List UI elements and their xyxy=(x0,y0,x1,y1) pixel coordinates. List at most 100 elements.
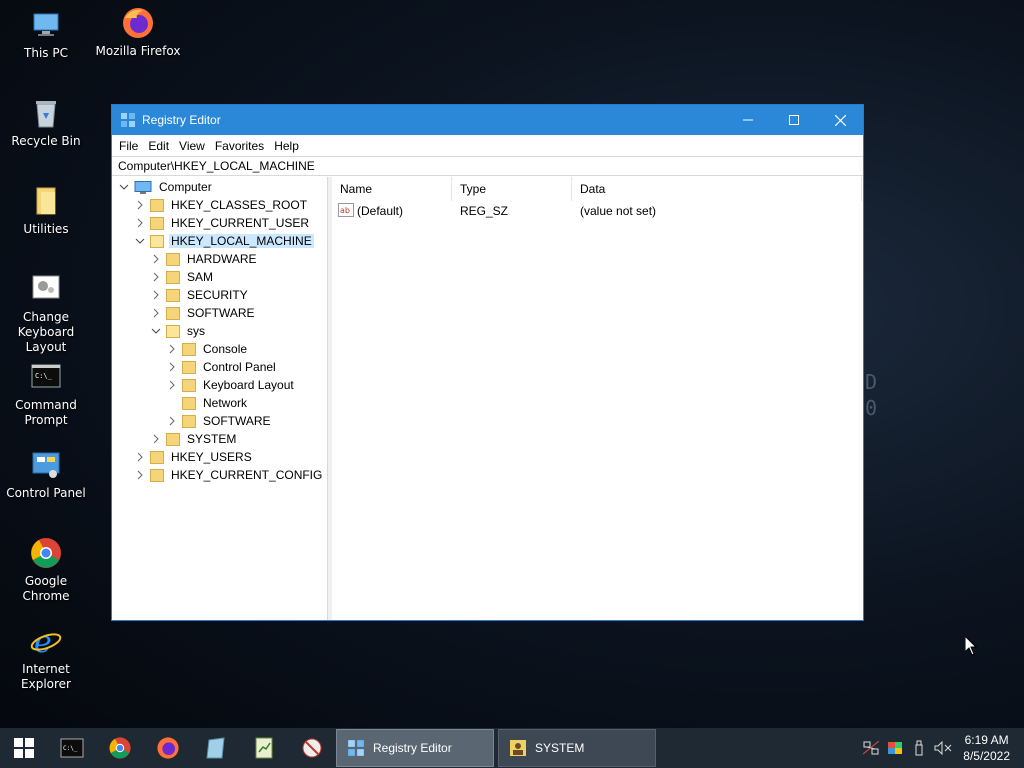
chevron-right-icon[interactable] xyxy=(150,271,162,283)
taskbar-task-registry-editor[interactable]: Registry Editor xyxy=(336,729,494,767)
desktop-icon-control-panel[interactable]: Control Panel xyxy=(0,448,92,501)
display-icon[interactable] xyxy=(883,728,907,768)
registry-editor-window: Registry Editor File Edit View Favorites… xyxy=(111,104,864,621)
tree-node-console[interactable]: Console xyxy=(112,340,327,358)
tree-node-security[interactable]: SECURITY xyxy=(112,286,327,304)
folder-icon xyxy=(166,288,180,302)
list-header: Name Type Data xyxy=(332,177,863,201)
tree-node-hardware[interactable]: HARDWARE xyxy=(112,250,327,268)
registry-editor-icon xyxy=(120,112,136,128)
tree-node-software[interactable]: SOFTWARE xyxy=(112,304,327,322)
taskbar-firefox[interactable] xyxy=(144,728,192,768)
usb-icon[interactable] xyxy=(907,728,931,768)
desktop-icon-internet-explorer[interactable]: e Internet Explorer xyxy=(0,624,92,692)
tree-node-hkey-classes-root[interactable]: HKEY_CLASSES_ROOT xyxy=(112,196,327,214)
menu-favorites[interactable]: Favorites xyxy=(210,139,269,153)
chevron-down-icon[interactable] xyxy=(150,325,162,337)
address-bar[interactable]: Computer\HKEY_LOCAL_MACHINE xyxy=(112,156,863,176)
this-pc-icon xyxy=(29,8,63,42)
column-header-type[interactable]: Type xyxy=(452,177,572,201)
taskbar-cmd[interactable]: C:\_ xyxy=(48,728,96,768)
clock-time: 6:19 AM xyxy=(964,733,1009,747)
desktop-icon-recycle-bin[interactable]: Recycle Bin xyxy=(0,96,92,149)
chevron-right-icon[interactable] xyxy=(150,289,162,301)
tree-node-sys[interactable]: sys xyxy=(112,322,327,340)
volume-muted-icon[interactable] xyxy=(931,728,955,768)
taskbar-notepad[interactable] xyxy=(192,728,240,768)
tree-node-hkey-current-user[interactable]: HKEY_CURRENT_USER xyxy=(112,214,327,232)
chevron-right-icon[interactable] xyxy=(134,469,146,481)
desktop-icon-utilities[interactable]: Utilities xyxy=(0,184,92,237)
tree-node-network[interactable]: Network xyxy=(112,394,327,412)
tree-node-control-panel[interactable]: Control Panel xyxy=(112,358,327,376)
chevron-right-icon[interactable] xyxy=(134,451,146,463)
tree-node-system[interactable]: SYSTEM xyxy=(112,430,327,448)
taskbar-chrome[interactable] xyxy=(96,728,144,768)
close-button[interactable] xyxy=(817,105,863,135)
windows-logo-icon xyxy=(14,738,34,758)
desktop-icon-this-pc[interactable]: This PC xyxy=(0,8,92,61)
menu-file[interactable]: File xyxy=(114,139,143,153)
menu-bar: File Edit View Favorites Help xyxy=(112,135,863,156)
taskbar-spreadsheet[interactable] xyxy=(240,728,288,768)
svg-text:C:\_: C:\_ xyxy=(35,372,53,380)
tree-node-hkey-users[interactable]: HKEY_USERS xyxy=(112,448,327,466)
cmd-icon: C:\_ xyxy=(29,360,63,394)
desktop-icon-google-chrome[interactable]: Google Chrome xyxy=(0,536,92,604)
folder-open-icon xyxy=(150,234,164,248)
chevron-right-icon[interactable] xyxy=(166,379,178,391)
value-type: REG_SZ xyxy=(460,204,509,218)
computer-icon xyxy=(134,180,152,194)
maximize-icon xyxy=(789,115,799,125)
folder-icon xyxy=(182,360,196,374)
value-row[interactable]: ab (Default) REG_SZ (value not set) xyxy=(332,201,863,221)
tree-node-keyboard-layout[interactable]: Keyboard Layout xyxy=(112,376,327,394)
minimize-button[interactable] xyxy=(725,105,771,135)
chevron-right-icon[interactable] xyxy=(150,253,162,265)
chevron-right-icon[interactable] xyxy=(134,199,146,211)
chevron-right-icon[interactable] xyxy=(150,307,162,319)
chevron-down-icon[interactable] xyxy=(134,235,146,247)
tree-node-hkey-current-config[interactable]: HKEY_CURRENT_CONFIG xyxy=(112,466,327,484)
ie-icon: e xyxy=(29,624,63,660)
system-tray: 6:19 AM 8/5/2022 xyxy=(859,728,1024,768)
chevron-right-icon[interactable] xyxy=(134,217,146,229)
desktop-icon-firefox[interactable]: Mozilla Firefox xyxy=(92,6,184,59)
menu-edit[interactable]: Edit xyxy=(143,139,174,153)
chrome-icon xyxy=(29,536,63,570)
start-button[interactable] xyxy=(0,728,48,768)
chevron-right-icon[interactable] xyxy=(150,433,162,445)
clock-date: 8/5/2022 xyxy=(963,749,1010,763)
folder-icon xyxy=(166,270,180,284)
title-bar[interactable]: Registry Editor xyxy=(112,105,863,135)
network-icon[interactable] xyxy=(859,728,883,768)
column-header-name[interactable]: Name xyxy=(332,177,452,201)
tree-node-hkey-local-machine[interactable]: HKEY_LOCAL_MACHINE xyxy=(112,232,327,250)
menu-help[interactable]: Help xyxy=(269,139,304,153)
svg-text:e: e xyxy=(34,625,52,658)
tree-node-computer[interactable]: Computer xyxy=(112,178,327,196)
folder-icon xyxy=(166,432,180,446)
firefox-icon xyxy=(157,737,179,759)
clock[interactable]: 6:19 AM 8/5/2022 xyxy=(955,732,1024,764)
user-icon xyxy=(510,740,526,756)
column-header-data[interactable]: Data xyxy=(572,177,862,201)
folder-icon xyxy=(182,396,196,410)
menu-view[interactable]: View xyxy=(174,139,210,153)
tree-node-sam[interactable]: SAM xyxy=(112,268,327,286)
wallpaper-glyph: 0 xyxy=(865,396,878,420)
desktop-icon-command-prompt[interactable]: C:\_ Command Prompt xyxy=(0,360,92,428)
maximize-button[interactable] xyxy=(771,105,817,135)
chevron-right-icon[interactable] xyxy=(166,415,178,427)
tree-node-sys-software[interactable]: SOFTWARE xyxy=(112,412,327,430)
chevron-right-icon[interactable] xyxy=(166,361,178,373)
taskbar-task-system[interactable]: SYSTEM xyxy=(498,729,656,767)
taskbar-snipping-tool[interactable] xyxy=(288,728,336,768)
folder-icon xyxy=(166,252,180,266)
minimize-icon xyxy=(743,119,753,121)
chevron-right-icon[interactable] xyxy=(166,343,178,355)
mouse-cursor-icon xyxy=(964,634,978,659)
wallpaper-glyph: D xyxy=(865,370,878,394)
chevron-down-icon[interactable] xyxy=(118,181,130,193)
desktop-icon-change-keyboard-layout[interactable]: Change Keyboard Layout xyxy=(0,272,92,355)
